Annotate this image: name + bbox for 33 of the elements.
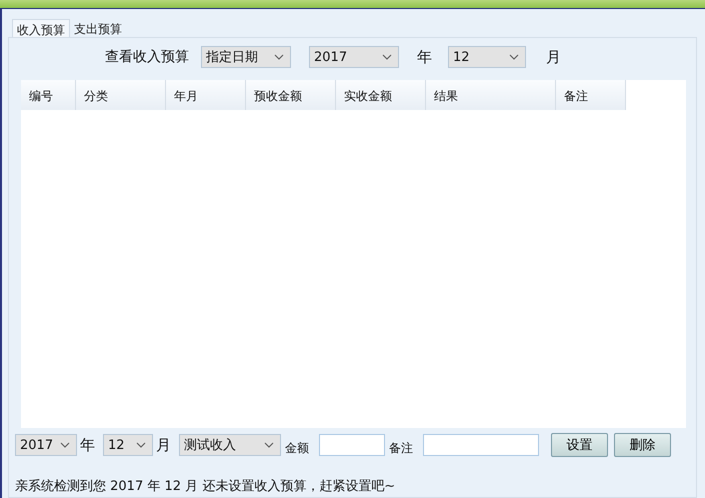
column-header[interactable]: 备注 bbox=[556, 80, 626, 110]
dropdown[interactable]: 测试收入 bbox=[179, 434, 281, 456]
amount-label: 金额 bbox=[285, 440, 309, 456]
chevron-icon bbox=[382, 54, 392, 60]
action-button[interactable]: 设置 bbox=[551, 433, 608, 457]
tab[interactable]: 收入预算 bbox=[12, 19, 70, 37]
chevron-icon bbox=[136, 442, 146, 448]
column-header[interactable]: 年月 bbox=[166, 80, 246, 110]
column-header[interactable]: 预收金额 bbox=[246, 80, 336, 110]
note-label: 备注 bbox=[389, 440, 413, 456]
month-label: 月 bbox=[546, 48, 561, 66]
column-header[interactable]: 编号 bbox=[21, 80, 76, 110]
dropdown[interactable]: 指定日期 bbox=[201, 46, 291, 68]
year-label: 年 bbox=[80, 436, 95, 454]
chevron-icon bbox=[274, 54, 284, 60]
chevron-icon bbox=[509, 54, 519, 60]
month-label: 月 bbox=[156, 436, 171, 454]
chevron-icon bbox=[60, 442, 70, 448]
dropdown[interactable]: 2017 bbox=[309, 46, 399, 68]
column-header[interactable]: 结果 bbox=[426, 80, 556, 110]
tab[interactable]: 支出预算 bbox=[70, 19, 126, 37]
status-message: 亲系统检测到您 2017 年 12 月 还未设置收入预算，赶紧设置吧~ bbox=[15, 478, 396, 495]
dropdown[interactable]: 12 bbox=[448, 46, 526, 68]
chevron-icon bbox=[264, 442, 274, 448]
amount-field[interactable] bbox=[319, 434, 385, 456]
dropdown[interactable]: 2017 bbox=[15, 434, 77, 456]
dropdown[interactable]: 12 bbox=[103, 434, 153, 456]
column-header[interactable]: 分类 bbox=[76, 80, 166, 110]
filter-label: 查看收入预算 bbox=[105, 48, 189, 66]
note-field[interactable] bbox=[423, 434, 539, 456]
column-header[interactable]: 实收金额 bbox=[336, 80, 426, 110]
year-label: 年 bbox=[417, 48, 432, 66]
action-button[interactable]: 删除 bbox=[614, 433, 671, 457]
